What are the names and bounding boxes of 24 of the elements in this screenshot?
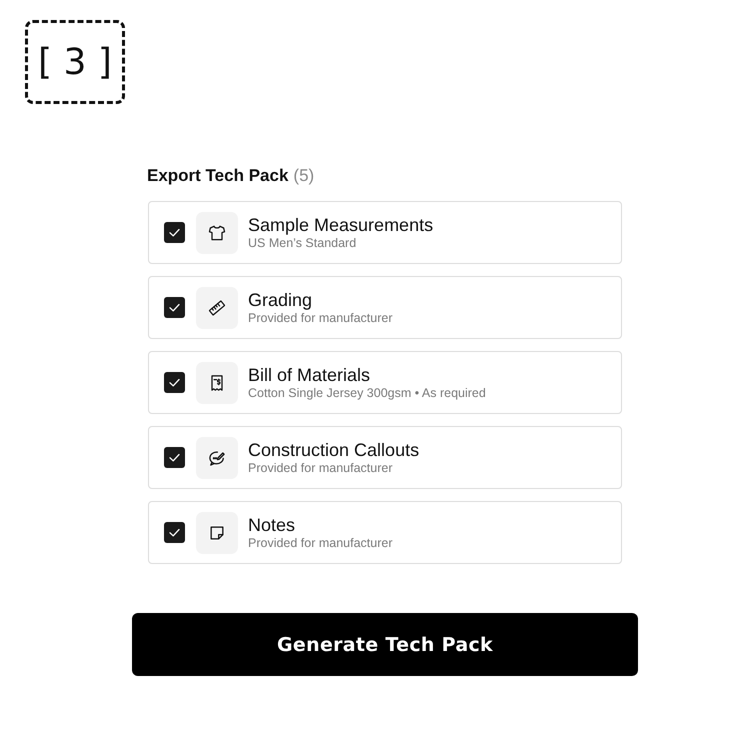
checkbox[interactable] (164, 372, 185, 393)
option-subtitle: Provided for manufacturer (248, 310, 393, 326)
option-subtitle: Cotton Single Jersey 300gsm • As required (248, 386, 486, 400)
checkbox[interactable] (164, 222, 185, 243)
generate-button[interactable]: Generate Tech Pack (132, 613, 638, 676)
option-title: Sample Measurements (248, 214, 434, 236)
option-title: Bill of Materials (248, 364, 372, 386)
option-subtitle: Provided for manufacturer (248, 460, 394, 476)
option-title: Construction Callouts (248, 440, 420, 460)
receipt-icon (196, 362, 238, 404)
item-count: (5) (293, 166, 314, 186)
checkbox[interactable] (164, 297, 185, 318)
option-title: Grading (248, 290, 314, 310)
chat-pencil-icon (196, 436, 238, 478)
panel-title: Export Tech Pack (147, 166, 288, 186)
step-badge: [ 3 ] (25, 20, 125, 104)
option-title: Notes (248, 514, 296, 536)
sticky-note-icon (196, 512, 238, 554)
checkbox[interactable] (164, 522, 185, 543)
checkbox[interactable] (164, 447, 185, 468)
option-subtitle: Provided for manufacturer (248, 536, 393, 550)
ruler-icon (196, 286, 238, 328)
shirt-icon (196, 212, 238, 254)
option-subtitle: US Men’s Standard (248, 236, 358, 250)
